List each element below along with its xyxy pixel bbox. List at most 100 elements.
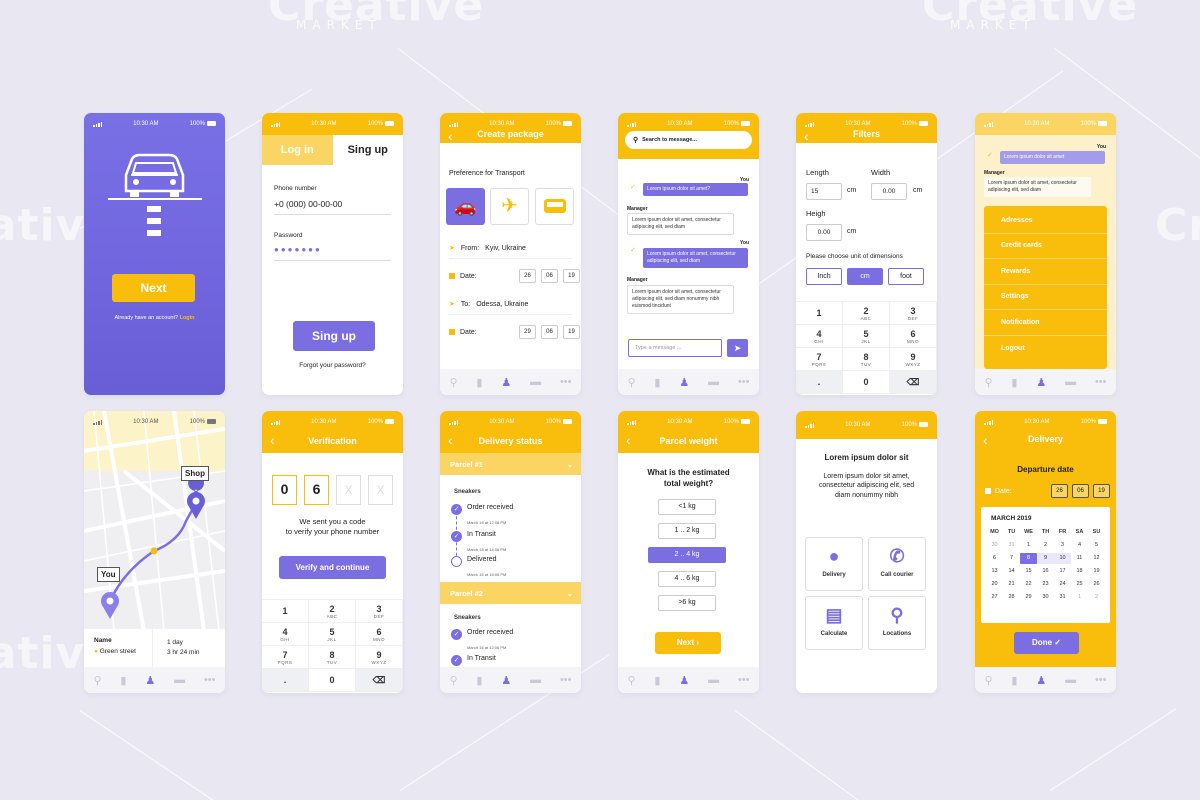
- keypad-key[interactable]: 6 MNO: [356, 623, 403, 646]
- login-link[interactable]: Login: [180, 315, 195, 321]
- date-month[interactable]: 06: [541, 269, 558, 283]
- calendar-day[interactable]: 28: [1003, 592, 1020, 603]
- car-icon[interactable]: ▬: [174, 674, 185, 686]
- phone-input[interactable]: +0 (000) 00-00-00: [274, 199, 391, 215]
- keypad-key[interactable]: 9 WXYZ: [356, 646, 403, 669]
- tile-call-courier[interactable]: ✆ Call courier: [868, 537, 926, 591]
- calendar-day[interactable]: 15: [1020, 566, 1037, 577]
- weight-option-selected[interactable]: 2 .. 4 kg: [648, 547, 726, 563]
- backspace-key[interactable]: ⌫: [356, 669, 403, 692]
- calendar-day[interactable]: 1: [1071, 592, 1088, 603]
- location-icon[interactable]: ⚲: [984, 674, 992, 687]
- height-input[interactable]: 0.00: [806, 224, 842, 241]
- plane-option[interactable]: ✈: [490, 188, 529, 225]
- back-icon[interactable]: ‹: [270, 432, 275, 448]
- keypad-key[interactable]: 0: [309, 669, 356, 692]
- unit-inch-button[interactable]: Inch: [806, 268, 842, 285]
- more-icon[interactable]: •••: [1095, 376, 1107, 388]
- keypad-key[interactable]: .: [262, 669, 309, 692]
- calendar-day[interactable]: 17: [1054, 566, 1071, 577]
- unit-cm-button[interactable]: cm: [847, 268, 883, 285]
- person-icon[interactable]: ♟: [679, 376, 689, 389]
- bus-option[interactable]: [535, 188, 574, 225]
- unit-foot-button[interactable]: foot: [888, 268, 924, 285]
- location-icon[interactable]: ⚲: [984, 376, 992, 389]
- calendar-day[interactable]: 16: [1037, 566, 1054, 577]
- code-digit-2[interactable]: 6: [304, 475, 329, 505]
- keypad-key[interactable]: 8 TUV: [309, 646, 356, 669]
- keypad-key[interactable]: 5 JKL: [843, 325, 890, 348]
- location-icon[interactable]: ⚲: [627, 376, 635, 389]
- person-icon[interactable]: ♟: [679, 674, 689, 687]
- keypad-key[interactable]: 8 TUV: [843, 348, 890, 371]
- message-input[interactable]: Type a message ...: [628, 339, 722, 357]
- car-icon[interactable]: ▬: [708, 376, 719, 388]
- backspace-key[interactable]: ⌫: [890, 371, 937, 394]
- more-icon[interactable]: •••: [204, 674, 216, 686]
- calendar-day[interactable]: 14: [1003, 566, 1020, 577]
- keypad-key[interactable]: 7 PQRS: [796, 348, 843, 371]
- tile-locations[interactable]: ⚲ Locations: [868, 596, 926, 650]
- keypad-key[interactable]: 7 PQRS: [262, 646, 309, 669]
- bag-icon[interactable]: ▮: [654, 376, 660, 389]
- calendar-day[interactable]: 13: [986, 566, 1003, 577]
- car-icon[interactable]: ▬: [530, 376, 541, 388]
- verify-button[interactable]: Verify and continue: [279, 556, 386, 579]
- weight-option[interactable]: <1 kg: [658, 499, 716, 515]
- bag-icon[interactable]: ▮: [476, 376, 482, 389]
- car-icon[interactable]: ▬: [1065, 376, 1076, 388]
- calendar-day[interactable]: 7: [1003, 553, 1020, 564]
- keypad-key[interactable]: 4 GHI: [262, 623, 309, 646]
- password-input[interactable]: ●●●●●●●: [274, 245, 391, 261]
- keypad-key[interactable]: 2 ABC: [309, 600, 356, 623]
- calendar-day[interactable]: 1: [1020, 540, 1037, 551]
- more-icon[interactable]: •••: [1095, 674, 1107, 686]
- back-icon[interactable]: ‹: [448, 128, 453, 144]
- location-icon[interactable]: ⚲: [627, 674, 635, 687]
- length-input[interactable]: 15: [806, 183, 842, 200]
- send-button[interactable]: ➤: [727, 339, 748, 357]
- date-year[interactable]: 19: [563, 325, 580, 339]
- person-icon[interactable]: ♟: [501, 674, 511, 687]
- back-icon[interactable]: ‹: [448, 432, 453, 448]
- person-icon[interactable]: ♟: [501, 376, 511, 389]
- calendar-day[interactable]: 6: [986, 553, 1003, 564]
- location-icon[interactable]: ⚲: [449, 376, 457, 389]
- calendar-day[interactable]: 8: [1020, 553, 1037, 564]
- calendar-day[interactable]: 30: [986, 540, 1003, 551]
- tile-calculate[interactable]: ▤ Calculate: [805, 596, 863, 650]
- back-icon[interactable]: ‹: [804, 128, 809, 144]
- keypad-key[interactable]: 3 DEF: [356, 600, 403, 623]
- calendar-day[interactable]: 24: [1054, 579, 1071, 590]
- calendar-day[interactable]: 30: [1037, 592, 1054, 603]
- bag-icon[interactable]: ▮: [1011, 674, 1017, 687]
- more-icon[interactable]: •••: [738, 674, 750, 686]
- calendar-day[interactable]: 12: [1088, 553, 1105, 564]
- menu-item-credit-cards[interactable]: Credit cards: [984, 234, 1107, 259]
- parcel-1-header[interactable]: Parcel #1 ⌄: [440, 453, 581, 475]
- tile-delivery[interactable]: ● Delivery: [805, 537, 863, 591]
- calendar-day[interactable]: 21: [1003, 579, 1020, 590]
- menu-item-adresses[interactable]: Adresses: [984, 208, 1107, 234]
- calendar-day[interactable]: 27: [986, 592, 1003, 603]
- person-icon[interactable]: ♟: [1036, 674, 1046, 687]
- keypad-key[interactable]: 4 GHI: [796, 325, 843, 348]
- calendar-day[interactable]: 4: [1071, 540, 1088, 551]
- calendar-day[interactable]: 3: [1054, 540, 1071, 551]
- tab-login[interactable]: Log in: [262, 135, 333, 165]
- date-month[interactable]: 06: [1072, 484, 1089, 498]
- keypad-key[interactable]: .: [796, 371, 843, 394]
- search-input[interactable]: ⚲ Search to message...: [625, 131, 752, 149]
- tab-signup[interactable]: Sing up: [332, 135, 403, 165]
- calendar-day[interactable]: 2: [1088, 592, 1105, 603]
- calendar-day[interactable]: 29: [1020, 592, 1037, 603]
- keypad-key[interactable]: 3 DEF: [890, 302, 937, 325]
- width-input[interactable]: 0.00: [871, 183, 907, 200]
- bag-icon[interactable]: ▮: [654, 674, 660, 687]
- to-value[interactable]: Odessa, Ukraine: [476, 301, 528, 308]
- keypad-key[interactable]: 1: [796, 302, 843, 325]
- calendar-day[interactable]: 31: [1003, 540, 1020, 551]
- date-year[interactable]: 19: [563, 269, 580, 283]
- more-icon[interactable]: •••: [560, 376, 572, 388]
- date-day[interactable]: 26: [519, 269, 536, 283]
